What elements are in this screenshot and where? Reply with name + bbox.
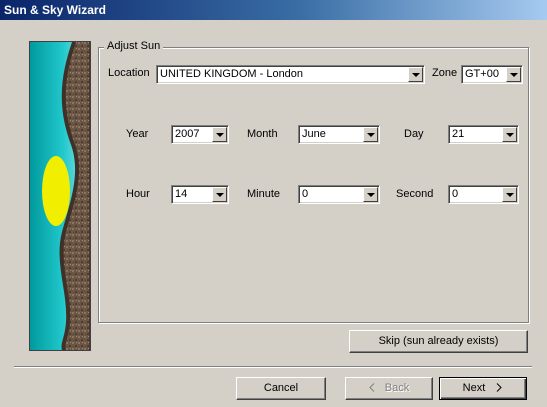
- second-label: Second: [396, 188, 434, 200]
- back-button[interactable]: Back: [345, 377, 433, 400]
- year-label: Year: [126, 128, 149, 140]
- second-dropdown-arrow-icon[interactable]: [502, 187, 517, 202]
- year-value: 2007: [175, 128, 200, 140]
- zone-value: GT+00: [465, 68, 499, 80]
- next-button-label: Next: [462, 382, 486, 394]
- location-select[interactable]: UNITED KINGDOM - London: [156, 65, 425, 84]
- hour-select[interactable]: 14: [171, 185, 229, 204]
- skip-sun-button[interactable]: Skip (sun already exists): [349, 330, 528, 353]
- hour-value: 14: [175, 188, 188, 200]
- footer-divider: [14, 366, 532, 368]
- month-value: June: [302, 128, 326, 140]
- zone-select[interactable]: GT+00: [461, 65, 523, 84]
- adjust-sun-group-title: Adjust Sun: [104, 40, 164, 52]
- second-select[interactable]: 0: [448, 185, 519, 204]
- sun-sky-illustration: [29, 41, 91, 351]
- day-label: Day: [404, 128, 424, 140]
- minute-select[interactable]: 0: [298, 185, 380, 204]
- day-dropdown-arrow-icon[interactable]: [502, 127, 517, 142]
- hour-label: Hour: [126, 188, 150, 200]
- chevron-left-icon: [369, 382, 385, 394]
- second-value: 0: [452, 188, 459, 200]
- month-dropdown-arrow-icon[interactable]: [363, 127, 378, 142]
- cancel-button-label: Cancel: [263, 382, 299, 394]
- window-title: Sun & Sky Wizard: [4, 3, 106, 17]
- title-bar[interactable]: Sun & Sky Wizard: [0, 0, 547, 20]
- hour-dropdown-arrow-icon[interactable]: [212, 187, 227, 202]
- location-dropdown-arrow-icon[interactable]: [408, 67, 423, 82]
- day-value: 21: [452, 128, 465, 140]
- location-value: UNITED KINGDOM - London: [160, 68, 304, 80]
- month-select[interactable]: June: [298, 125, 380, 144]
- minute-label: Minute: [247, 188, 281, 200]
- minute-dropdown-arrow-icon[interactable]: [363, 187, 378, 202]
- month-label: Month: [247, 128, 278, 140]
- zone-dropdown-arrow-icon[interactable]: [506, 67, 521, 82]
- day-select[interactable]: 21: [448, 125, 519, 144]
- year-select[interactable]: 2007: [171, 125, 229, 144]
- cancel-button[interactable]: Cancel: [236, 377, 326, 400]
- sun-sky-illustration-graphic: [30, 42, 90, 350]
- skip-sun-button-label: Skip (sun already exists): [378, 335, 499, 347]
- year-dropdown-arrow-icon[interactable]: [212, 127, 227, 142]
- next-button[interactable]: Next: [439, 377, 527, 400]
- zone-label: Zone: [432, 67, 458, 79]
- location-label: Location: [108, 67, 150, 79]
- minute-value: 0: [302, 188, 309, 200]
- chevron-right-icon: [485, 382, 503, 394]
- back-button-label: Back: [384, 382, 410, 394]
